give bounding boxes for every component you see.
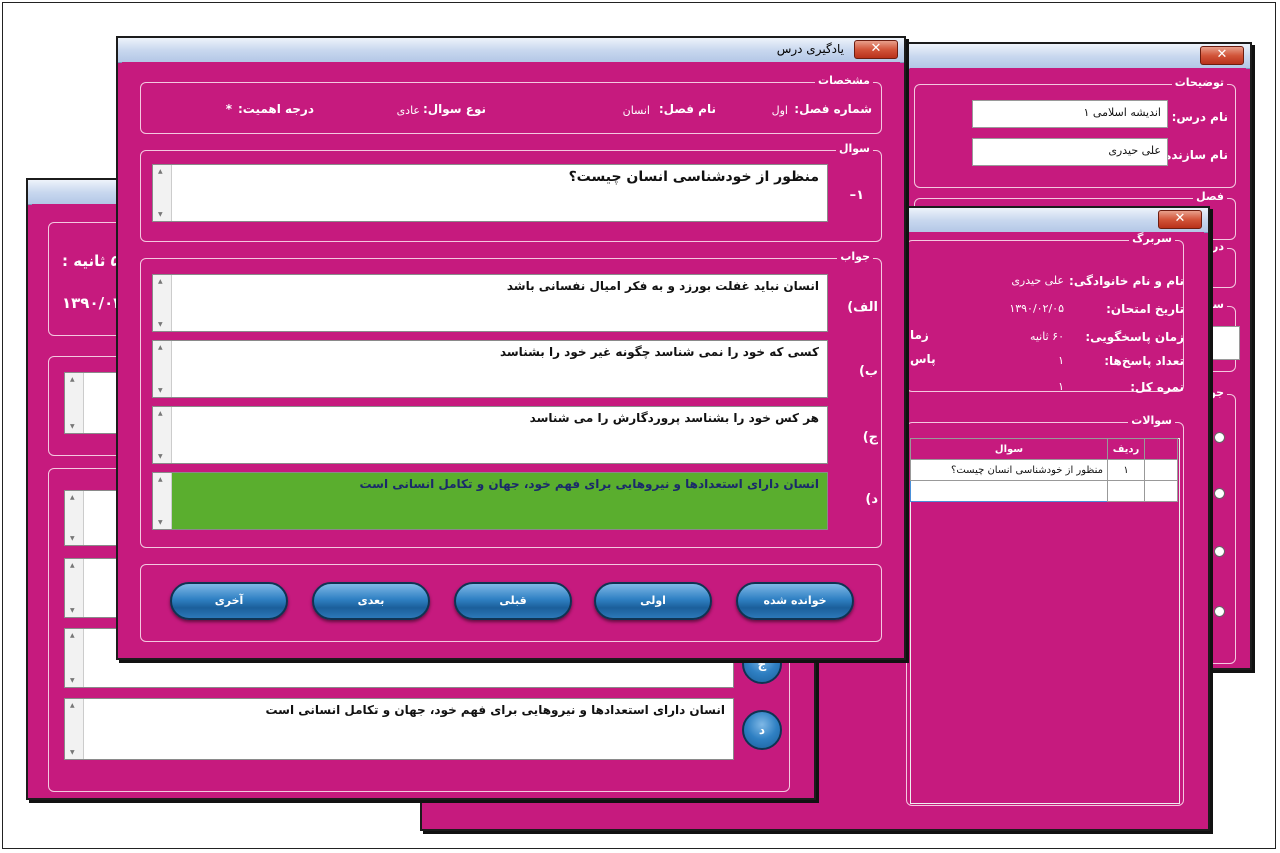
option-label-d: د) — [865, 492, 878, 507]
importance-label: درجه اهمیت: — [237, 102, 314, 116]
fullname-label: نام و نام خانوادگی: — [1069, 274, 1184, 288]
question-field[interactable] — [1210, 326, 1240, 360]
learn-lesson-window: یادگیری درس ✕ مشخصات شماره فصل: اول نام … — [116, 36, 906, 660]
option-d-button[interactable]: د — [742, 710, 782, 750]
table-header-question[interactable]: سوال — [910, 438, 1108, 460]
answer-radio-3[interactable] — [1214, 546, 1225, 557]
option-box-d-correct[interactable]: انسان دارای استعدادها و نیروهایی برای فه… — [152, 472, 828, 530]
last-button[interactable]: آخری — [170, 582, 288, 620]
close-button[interactable]: ✕ — [1158, 210, 1202, 229]
exam-date-value: ۱۳۹۰/۰۲/۰۵ — [1009, 302, 1064, 315]
title-bar: یادگیری درس ✕ — [118, 38, 904, 63]
question-type-value: عادی — [396, 104, 420, 117]
group-legend: توضیحات — [1171, 76, 1227, 89]
answer-time-value: ۶۰ ثانیه — [1029, 330, 1064, 343]
date-text: ۱۳۹۰/۰۲ — [62, 294, 123, 312]
row-selector[interactable] — [1144, 459, 1178, 481]
answers-count-label: تعداد پاسخ‌ها: — [1104, 354, 1184, 368]
title-bar: ✕ — [906, 44, 1250, 69]
table-row[interactable]: ۱ منظور از خودشناسی انسان چیست؟ — [910, 459, 1178, 481]
option-text-d: انسان دارای استعدادها و نیروهایی برای فه… — [359, 477, 819, 491]
question-number: ۱– — [849, 188, 864, 203]
group-legend: سربرگ — [1129, 232, 1175, 245]
row-question — [910, 480, 1108, 502]
read-button[interactable]: خوانده شده — [736, 582, 854, 620]
course-name-field[interactable]: اندیشه اسلامی ۱ — [972, 100, 1168, 128]
table-row[interactable] — [910, 480, 1178, 502]
option-box-c[interactable]: هر کس خود را بشناسد پروردگارش را می شناس… — [152, 406, 828, 464]
questions-table[interactable]: ردیف سوال ۱ منظور از خودشناسی انسان چیست… — [910, 438, 1178, 502]
next-button[interactable]: بعدی — [312, 582, 430, 620]
creator-field[interactable]: علی حیدری — [972, 138, 1168, 166]
chapter-name-label: نام فصل: — [658, 102, 716, 116]
option-box-b[interactable]: کسی که خود را نمی شناسد چگونه غیر خود را… — [152, 340, 828, 398]
question-text: منظور از خودشناسی انسان چیست؟ — [568, 169, 819, 185]
side-label: زما — [910, 328, 929, 342]
answer-radio-2[interactable] — [1214, 488, 1225, 499]
side-label: پاس — [910, 352, 936, 366]
answer-box-d[interactable]: انسان دارای استعدادها و نیروهایی برای فه… — [64, 698, 734, 760]
row-number: ۱ — [1107, 459, 1145, 481]
question-box[interactable]: منظور از خودشناسی انسان چیست؟ — [152, 164, 828, 222]
option-text-b: کسی که خود را نمی شناسد چگونه غیر خود را… — [499, 345, 819, 359]
creator-label: نام سازنده: — [1159, 148, 1228, 162]
group-legend: جواب — [837, 250, 873, 263]
group-legend: مشخصات — [815, 74, 873, 87]
answer-radio-4[interactable] — [1214, 606, 1225, 617]
previous-button[interactable]: قبلی — [454, 582, 572, 620]
answer-radio-1[interactable] — [1214, 432, 1225, 443]
question-type-label: نوع سوال: — [422, 102, 486, 116]
total-score-label: نمره کل: — [1130, 380, 1184, 394]
option-label-b: ب) — [858, 364, 878, 379]
row-number — [1107, 480, 1145, 502]
group-legend: فصل — [1193, 190, 1227, 203]
option-text-c: هر کس خود را بشناسد پروردگارش را می شناس… — [529, 411, 819, 425]
row-question: منظور از خودشناسی انسان چیست؟ — [910, 459, 1108, 481]
window-title: یادگیری درس — [776, 42, 844, 56]
table-header-row[interactable]: ردیف — [1107, 438, 1145, 460]
chapter-number-label: شماره فصل: — [794, 102, 872, 116]
header-group: سربرگ — [906, 232, 1184, 392]
close-button[interactable]: ✕ — [854, 40, 898, 59]
total-score-value: ۱ — [1058, 380, 1064, 393]
answer-time-label: زمان پاسخگویی: — [1085, 330, 1184, 344]
group-legend: سوال — [835, 142, 873, 155]
course-name-label: نام درس: — [1171, 110, 1228, 124]
option-label-c: ج) — [862, 430, 878, 445]
row-selector[interactable] — [1144, 480, 1178, 502]
answers-count-value: ۱ — [1058, 354, 1064, 367]
option-box-a[interactable]: انسان نباید غفلت بورزد و به فکر امیال نف… — [152, 274, 828, 332]
exam-date-label: تاریخ امتحان: — [1106, 302, 1184, 316]
window-body: مشخصات شماره فصل: اول نام فصل: انسان نوع… — [122, 62, 900, 654]
chapter-number-value: اول — [771, 104, 788, 117]
first-button[interactable]: اولی — [594, 582, 712, 620]
importance-value: * — [225, 102, 232, 116]
option-label-a: الف) — [847, 300, 878, 315]
answer-d-text: انسان دارای استعدادها و نیروهایی برای فه… — [265, 703, 725, 717]
close-button[interactable]: ✕ — [1200, 46, 1244, 65]
option-text-a: انسان نباید غفلت بورزد و به فکر امیال نف… — [506, 279, 819, 293]
fullname-value: علی حیدری — [1011, 274, 1064, 287]
table-header-blank — [1144, 438, 1178, 460]
group-legend: سوالات — [1128, 414, 1175, 427]
chapter-name-value: انسان — [622, 104, 650, 117]
